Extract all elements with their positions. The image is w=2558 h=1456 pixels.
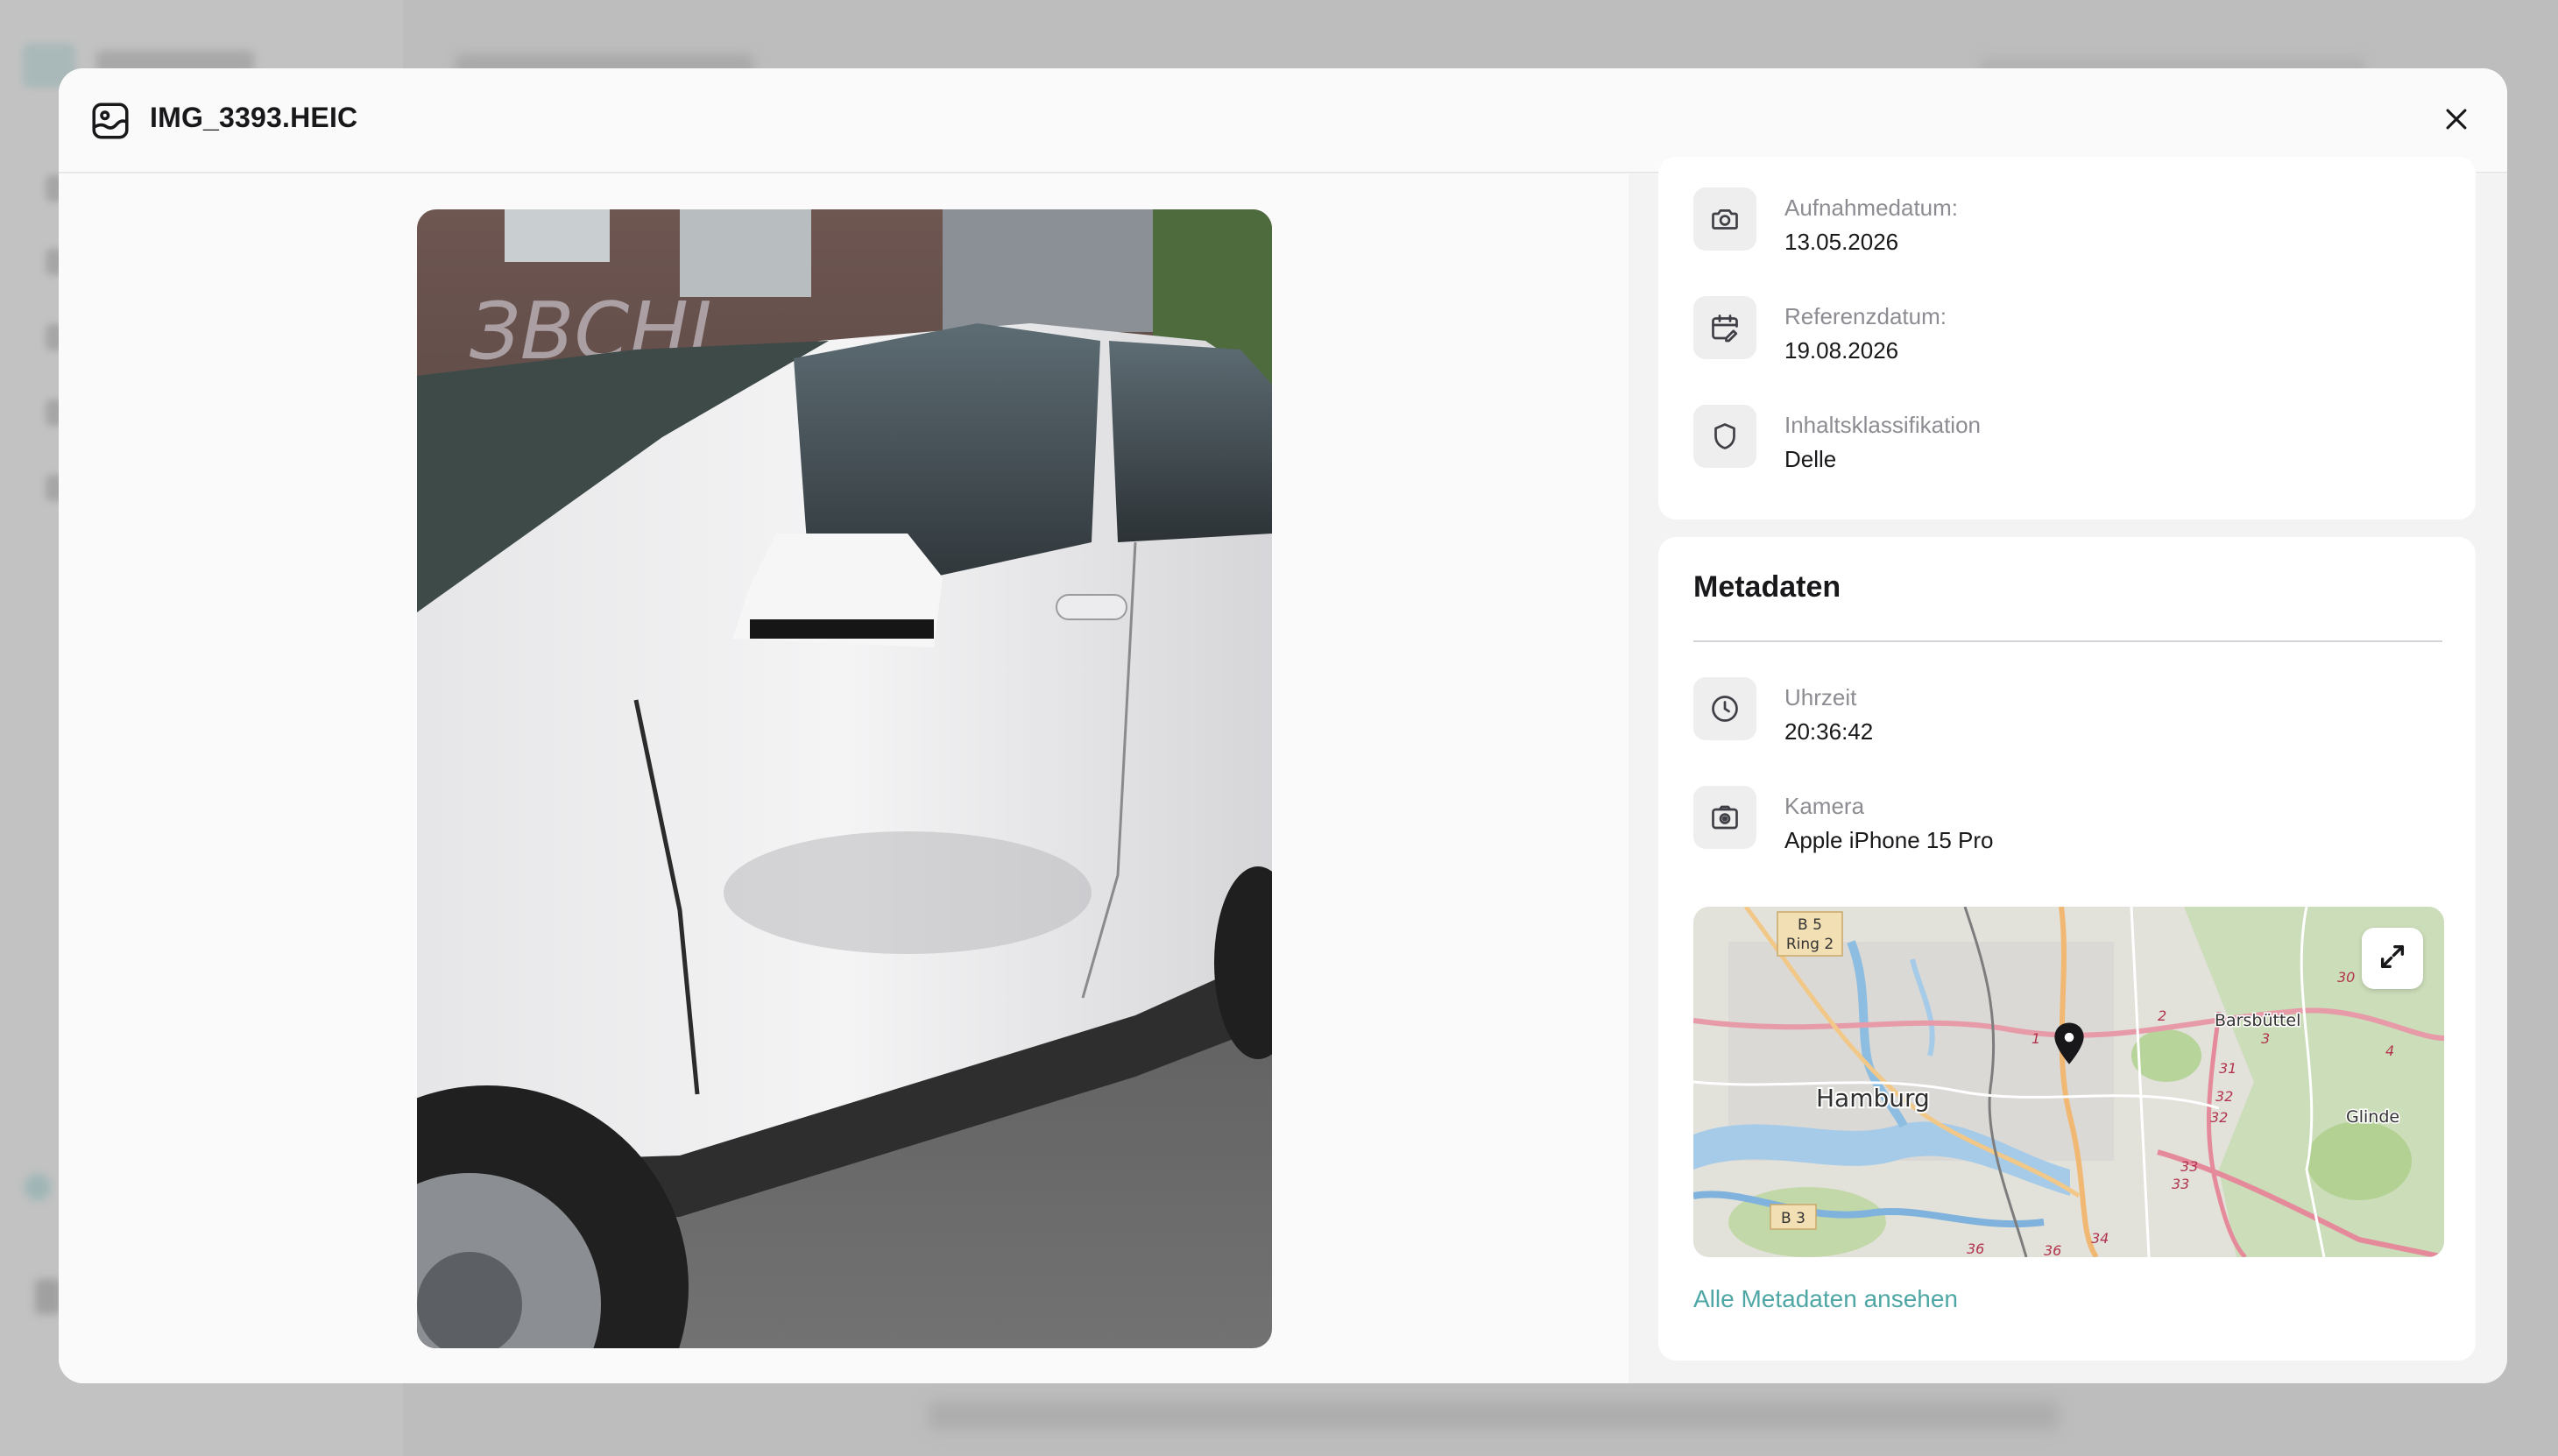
svg-text:3: 3 — [2261, 1030, 2270, 1047]
image-preview-pane: ЗВСНІ — [59, 174, 1629, 1383]
calendar-edit-icon — [1693, 296, 1756, 359]
location-map[interactable]: B 5 Ring 2 B 3 30 2 1 3 4 31 32 32 33 33… — [1693, 907, 2444, 1257]
camera-icon — [1693, 786, 1756, 849]
map-city-label: Hamburg — [1816, 1084, 1930, 1113]
detail-row-capture-date: Aufnahmedatum: 13.05.2026 — [1693, 187, 1958, 258]
metadata-card: Metadaten Uhrzeit 20:36:42 Kamera Apple … — [1658, 537, 2476, 1361]
clock-icon — [1693, 677, 1756, 740]
svg-text:4: 4 — [2385, 1043, 2394, 1059]
metadata-row-camera: Kamera Apple iPhone 15 Pro — [1693, 786, 1994, 856]
background-icon — [35, 1279, 61, 1314]
modal-title: IMG_3393.HEIC — [150, 102, 358, 133]
svg-text:1: 1 — [2032, 1030, 2040, 1047]
modal-body: ЗВСНІ Aufnahmedatum: 13.05.2026 Referenz… — [59, 157, 2507, 1383]
details-pane: Aufnahmedatum: 13.05.2026 Referenzdatum: — [1629, 157, 2507, 1383]
metadata-row-time: Uhrzeit 20:36:42 — [1693, 677, 1873, 747]
detail-row-classification: Inhaltsklassifikation Delle — [1693, 405, 1981, 475]
detail-row-reference-date: Referenzdatum: 19.08.2026 — [1693, 296, 1947, 366]
detail-value: Delle — [1784, 446, 1837, 472]
svg-text:2: 2 — [2158, 1007, 2166, 1024]
svg-text:34: 34 — [2091, 1230, 2109, 1247]
metadata-value: Apple iPhone 15 Pro — [1784, 827, 1994, 853]
detail-value: 19.08.2026 — [1784, 337, 1899, 364]
svg-text:30: 30 — [2337, 969, 2355, 986]
image-icon — [88, 99, 132, 143]
svg-text:36: 36 — [2044, 1242, 2061, 1257]
svg-text:33: 33 — [2180, 1158, 2198, 1175]
details-card: Aufnahmedatum: 13.05.2026 Referenzdatum: — [1658, 157, 2476, 519]
background-avatar — [25, 1174, 51, 1200]
svg-text:31: 31 — [2219, 1060, 2236, 1077]
expand-icon — [2378, 942, 2407, 976]
detail-label: Aufnahmedatum: — [1784, 194, 1959, 221]
metadata-label: Uhrzeit — [1784, 684, 1857, 710]
svg-text:33: 33 — [2172, 1176, 2189, 1192]
background-footer — [929, 1402, 2059, 1430]
close-button[interactable] — [2437, 102, 2476, 140]
shield-icon — [1693, 405, 1756, 468]
svg-text:Ring 2: Ring 2 — [1786, 936, 1834, 953]
detail-value: 13.05.2026 — [1784, 229, 1899, 255]
svg-text:32: 32 — [2215, 1088, 2233, 1105]
detail-label: Inhaltsklassifikation — [1784, 412, 1981, 438]
image-detail-modal: IMG_3393.HEIC ЗВСНІ Aufnahmedatum: 13.05… — [59, 68, 2507, 1383]
close-icon — [2441, 104, 2471, 138]
metadata-value: 20:36:42 — [1784, 718, 1874, 745]
svg-text:36: 36 — [1967, 1240, 1984, 1257]
map-place-label: Glinde — [2346, 1107, 2399, 1127]
metadata-title: Metadaten — [1693, 570, 1841, 604]
svg-text:B 3: B 3 — [1781, 1210, 1805, 1227]
road-shield: B 5 Ring 2 — [1777, 911, 1843, 957]
road-shield: B 3 — [1770, 1204, 1817, 1230]
map-place-label: Barsbüttel — [2215, 1011, 2300, 1030]
damage-photo: ЗВСНІ — [417, 209, 1272, 1348]
svg-text:32: 32 — [2210, 1109, 2228, 1126]
map-pin-icon — [2051, 1021, 2088, 1072]
detail-label: Referenzdatum: — [1784, 303, 1947, 329]
map-expand-button[interactable] — [2362, 928, 2423, 989]
metadata-label: Kamera — [1784, 793, 1865, 819]
svg-text:B 5: B 5 — [1798, 916, 1822, 934]
all-metadata-link[interactable]: Alle Metadaten ansehen — [1693, 1285, 1958, 1313]
camera-icon — [1693, 187, 1756, 251]
divider — [1693, 640, 2442, 642]
